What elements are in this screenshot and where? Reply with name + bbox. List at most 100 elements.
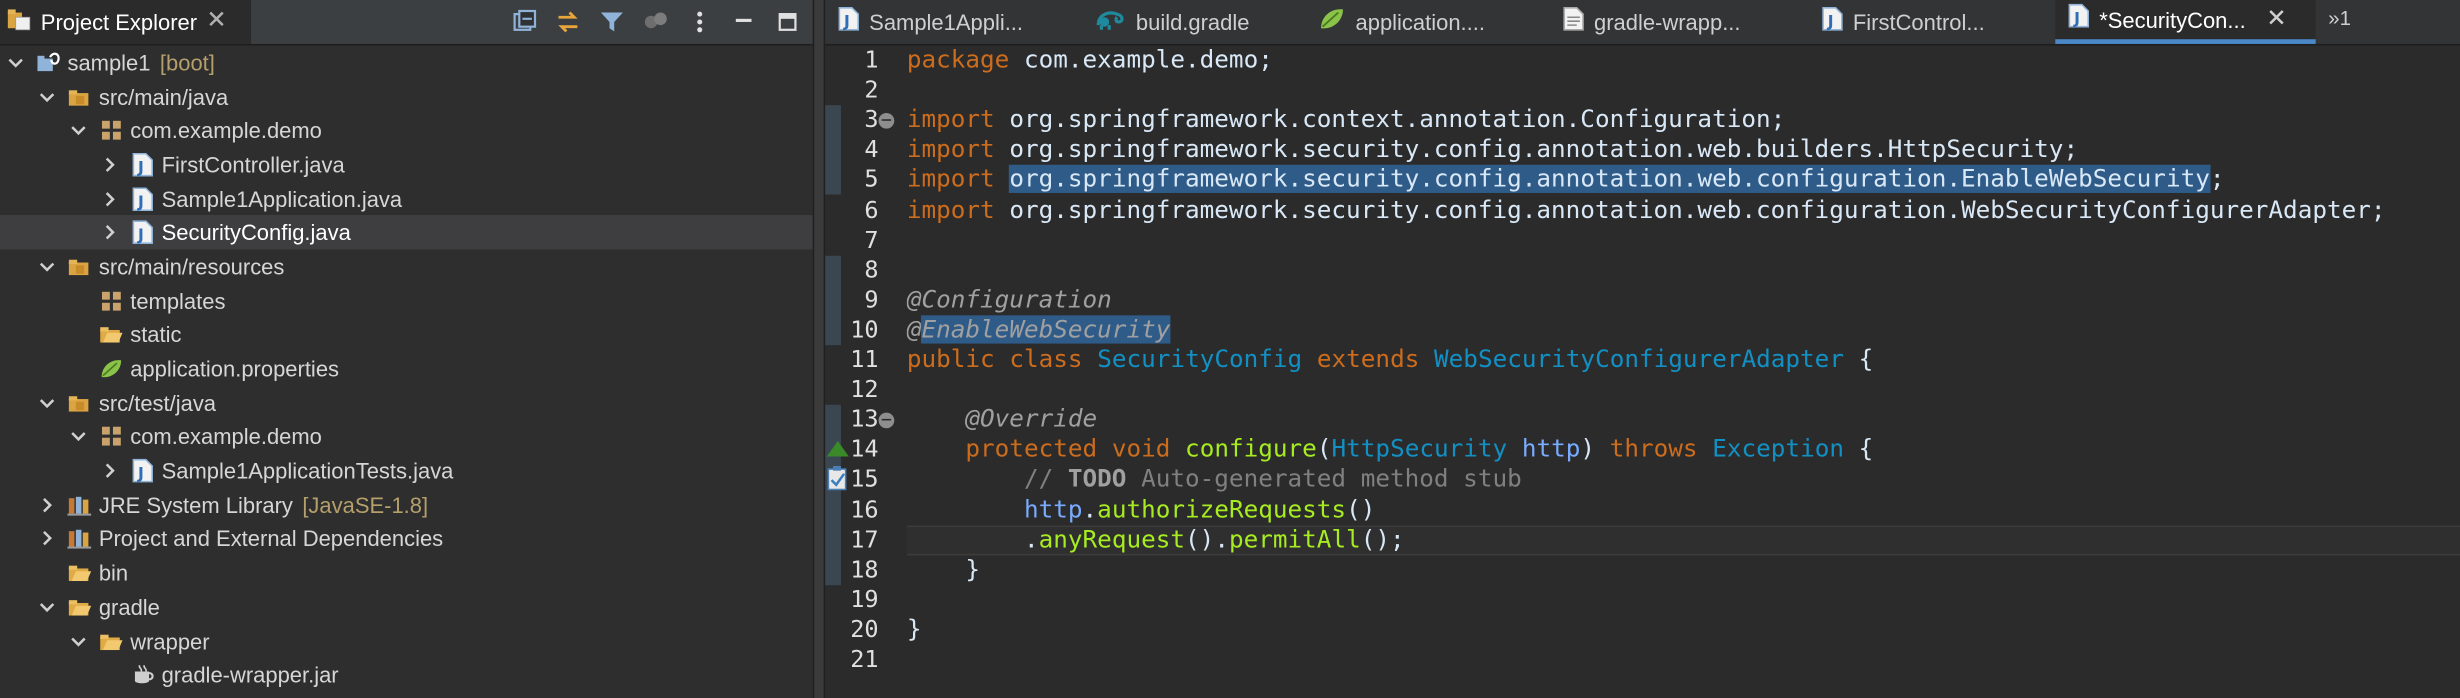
tree-item-label: Sample1ApplicationTests.java xyxy=(161,458,454,484)
tree-item[interactable]: gradle xyxy=(0,590,813,624)
collapse-arrow-icon[interactable] xyxy=(99,188,121,210)
tab-overflow-button[interactable]: »1 xyxy=(2328,6,2351,30)
folder-icon xyxy=(99,628,124,653)
expand-arrow-icon[interactable] xyxy=(36,86,58,108)
tree-item[interactable]: wrapper xyxy=(0,624,813,658)
expand-arrow-icon[interactable] xyxy=(67,120,89,142)
code-line[interactable]: import org.springframework.security.conf… xyxy=(907,135,2078,165)
code-line[interactable]: } xyxy=(907,555,980,585)
line-number: 2 xyxy=(864,75,879,104)
editor-tab[interactable]: build.gradle xyxy=(1083,0,1306,44)
tree-item[interactable]: src/main/resources xyxy=(0,250,813,284)
java-file-icon: J xyxy=(2068,3,2090,36)
tree-item[interactable]: gradle-wrapper.jar xyxy=(0,658,813,692)
collapse-arrow-icon[interactable] xyxy=(99,460,121,482)
tree-item[interactable]: bin xyxy=(0,556,813,590)
tree-item[interactable]: static xyxy=(0,318,813,352)
project-explorer-header: Project Explorer xyxy=(0,0,813,46)
editor-tab[interactable]: J Sample1Appli... xyxy=(825,0,1082,44)
line-number: 3 xyxy=(864,105,879,134)
expand-arrow-icon[interactable] xyxy=(36,596,58,618)
tree-item[interactable]: Project and External Dependencies xyxy=(0,522,813,556)
collapse-arrow-icon[interactable] xyxy=(36,494,58,516)
tree-item[interactable]: templates xyxy=(0,284,813,318)
collapse-arrow-icon[interactable] xyxy=(36,528,58,550)
minimize-icon[interactable] xyxy=(728,6,759,37)
tree-item[interactable]: J SecurityConfig.java xyxy=(0,215,813,250)
expand-arrow-icon[interactable] xyxy=(5,52,27,74)
code-line[interactable]: package com.example.demo; xyxy=(907,45,1273,75)
fold-toggle-icon[interactable] xyxy=(878,412,895,428)
collapse-all-icon[interactable] xyxy=(508,6,539,37)
line-number: 13 xyxy=(850,405,879,434)
code-line[interactable]: http.authorizeRequests() xyxy=(907,495,1375,525)
editor-gutter: 1 2 3 4 5 6 7 8 9 10 11 12 13 14 15 16 17 18 19 20 21 xyxy=(825,45,895,698)
text-file-icon xyxy=(1563,5,1585,38)
code-line[interactable]: import org.springframework.security.conf… xyxy=(907,195,2386,225)
panel-splitter[interactable] xyxy=(812,0,826,698)
expand-arrow-icon[interactable] xyxy=(67,426,89,448)
java-file-icon: J xyxy=(838,5,860,38)
code-line[interactable]: import org.springframework.security.conf… xyxy=(907,165,2225,195)
code-line[interactable]: } xyxy=(907,615,922,645)
project-explorer-tab[interactable]: Project Explorer xyxy=(0,0,252,44)
collapse-arrow-icon[interactable] xyxy=(99,154,121,176)
collapse-arrow-icon[interactable] xyxy=(99,222,121,244)
focus-task-icon[interactable] xyxy=(640,6,671,37)
package-icon xyxy=(99,288,124,313)
line-number: 4 xyxy=(864,135,879,164)
gradle-elephant-icon xyxy=(1095,5,1126,38)
tree-item[interactable]: src/main/java xyxy=(0,80,813,114)
link-with-editor-icon[interactable] xyxy=(552,6,583,37)
editor-tab-label: gradle-wrapp... xyxy=(1594,9,1741,35)
tree-item[interactable]: J Sample1ApplicationTests.java xyxy=(0,454,813,488)
maximize-icon[interactable] xyxy=(772,6,803,37)
editor-tab-label: FirstControl... xyxy=(1852,9,1985,35)
package-icon xyxy=(99,424,124,449)
close-view-icon[interactable] xyxy=(206,8,225,36)
tree-item[interactable]: J Sample1Application.java xyxy=(0,182,813,216)
tree-item-label: gradle-wrapper.jar xyxy=(161,662,339,688)
svg-text:J: J xyxy=(137,464,144,483)
editor-tab[interactable]: J *SecurityCon... xyxy=(2055,0,2316,44)
source-folder-icon xyxy=(67,84,92,109)
code-line[interactable]: import org.springframework.context.annot… xyxy=(907,105,1785,135)
tree-item-decoration: [boot] xyxy=(159,49,215,76)
svg-text:J: J xyxy=(1827,11,1834,30)
code-area[interactable]: package com.example.demo; import org.spri… xyxy=(906,45,2460,698)
expand-arrow-icon[interactable] xyxy=(67,630,89,652)
tree-item[interactable]: com.example.demo xyxy=(0,420,813,454)
tree-item[interactable]: sample1 [boot] xyxy=(0,45,813,79)
tree-item[interactable]: application.properties xyxy=(0,352,813,386)
code-line[interactable]: public class SecurityConfig extends WebS… xyxy=(907,345,1873,375)
expand-arrow-icon[interactable] xyxy=(36,392,58,414)
code-line[interactable]: @EnableWebSecurity xyxy=(907,315,1171,345)
code-line[interactable]: protected void configure(HttpSecurity ht… xyxy=(907,435,1873,465)
code-line[interactable]: @Override xyxy=(907,405,1097,435)
expand-arrow-icon[interactable] xyxy=(36,256,58,278)
close-tab-icon[interactable] xyxy=(2268,5,2287,33)
tree-item[interactable]: src/test/java xyxy=(0,386,813,420)
tree-item-label: templates xyxy=(130,288,226,314)
line-number: 1 xyxy=(864,45,879,74)
line-number: 19 xyxy=(850,584,879,614)
code-line[interactable]: .anyRequest().permitAll(); xyxy=(907,525,1405,555)
tree-item[interactable]: J FirstController.java xyxy=(0,148,813,182)
code-line[interactable]: // TODO Auto-generated method stub xyxy=(907,465,1522,495)
override-marker-icon[interactable] xyxy=(825,438,850,468)
view-menu-icon[interactable] xyxy=(684,6,715,37)
fold-toggle-icon[interactable] xyxy=(878,112,895,129)
tree-item-label: FirstController.java xyxy=(161,152,345,178)
spring-leaf-icon xyxy=(1318,5,1346,38)
tree-item[interactable]: JRE System Library [JavaSE-1.8] xyxy=(0,488,813,522)
tree-item-label: com.example.demo xyxy=(130,424,322,450)
editor-tab[interactable]: J FirstControl... xyxy=(1809,0,2055,44)
code-line[interactable]: @Configuration xyxy=(907,285,1112,315)
tree-item[interactable]: com.example.demo xyxy=(0,114,813,148)
editor-tab[interactable]: gradle-wrapp... xyxy=(1550,0,1809,44)
line-number: 11 xyxy=(850,345,879,374)
editor-tab[interactable]: application.... xyxy=(1305,0,1550,44)
line-number: 10 xyxy=(850,315,879,344)
filter-icon[interactable] xyxy=(596,6,627,37)
